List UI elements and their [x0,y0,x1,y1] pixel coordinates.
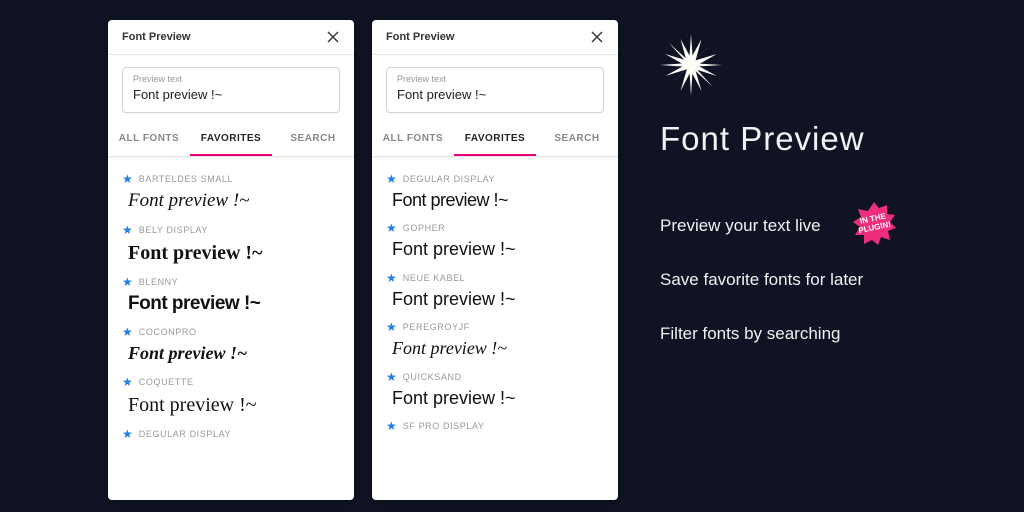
font-item[interactable]: ★ BELY DISPLAY Font preview !~ [122,224,340,266]
font-name-label: COQUETTE [139,377,194,387]
font-item[interactable]: ★ BLENNY Font preview !~ [122,276,340,317]
favorite-star-icon[interactable]: ★ [122,276,133,288]
panel-header: Font Preview [108,20,354,55]
font-item[interactable]: ★ COQUETTE Font preview !~ [122,376,340,418]
feature-filter: Filter fonts by searching [660,324,863,344]
favorite-star-icon[interactable]: ★ [386,272,397,284]
tab-search[interactable]: SEARCH [536,123,618,156]
close-icon[interactable] [326,30,340,44]
font-sample: Font preview !~ [128,189,340,214]
font-item[interactable]: ★ DEGULAR DISPLAY Font preview !~ [386,173,604,212]
font-list: ★ BARTELDES SMALL Font preview !~ ★ BELY DIS… [108,157,354,500]
favorite-star-icon[interactable]: ★ [122,428,133,440]
font-item[interactable]: ★ PEREGROYJF Font preview !~ [386,321,604,360]
font-name-label: GOPHER [403,223,446,233]
font-item[interactable]: ★ GOPHER Font preview !~ [386,222,604,261]
window-title: Font Preview [386,31,454,43]
font-sample: Font preview !~ [128,342,340,365]
feature-preview: Preview your text live IN THE PLUGIN! [660,216,863,236]
font-item[interactable]: ★ DEGULAR DISPLAY [122,428,340,440]
promo-title: Font Preview [660,120,865,158]
font-preview-panel-2: Font Preview Preview text ALL FONTS FAVO… [372,20,618,500]
font-name-label: QUICKSAND [403,372,462,382]
font-sample: Font preview !~ [128,240,340,266]
favorite-star-icon[interactable]: ★ [386,321,397,333]
tab-all-fonts[interactable]: ALL FONTS [108,123,190,156]
font-name-label: DEGULAR DISPLAY [403,174,495,184]
tab-favorites[interactable]: FAVORITES [454,123,536,156]
font-sample: Font preview !~ [392,238,604,261]
favorite-star-icon[interactable]: ★ [122,224,133,236]
font-sample: Font preview !~ [128,392,340,418]
favorite-star-icon[interactable]: ★ [386,371,397,383]
favorite-star-icon[interactable]: ★ [122,376,133,388]
promo-features: Preview your text live IN THE PLUGIN! Sa… [660,216,863,344]
font-name-label: NEUE KABEL [403,273,466,283]
font-name-label: BLENNY [139,277,179,287]
font-item[interactable]: ★ BARTELDES SMALL Font preview !~ [122,173,340,214]
tab-bar: ALL FONTS FAVORITES SEARCH [108,123,354,157]
tab-favorites[interactable]: FAVORITES [190,123,272,156]
font-name-label: BELY DISPLAY [139,225,208,235]
close-icon[interactable] [590,30,604,44]
preview-label: Preview text [397,74,593,84]
preview-text-field[interactable]: Preview text [386,67,604,113]
tab-search[interactable]: SEARCH [272,123,354,156]
favorite-star-icon[interactable]: ★ [122,173,133,185]
sparkle-icon [660,34,722,96]
favorite-star-icon[interactable]: ★ [386,173,397,185]
window-title: Font Preview [122,31,190,43]
panel-header: Font Preview [372,20,618,55]
favorite-star-icon[interactable]: ★ [122,326,133,338]
font-item[interactable]: ★ COCONPRO Font preview !~ [122,326,340,365]
font-name-label: SF PRO DISPLAY [403,421,485,431]
font-sample: Font preview !~ [392,288,604,311]
font-preview-panel-1: Font Preview Preview text ALL FONTS FAVO… [108,20,354,500]
tab-bar: ALL FONTS FAVORITES SEARCH [372,123,618,157]
tab-all-fonts[interactable]: ALL FONTS [372,123,454,156]
font-item[interactable]: ★ SF PRO DISPLAY [386,420,604,432]
font-sample: Font preview !~ [392,337,604,360]
font-sample: Font preview !~ [392,189,604,212]
preview-input[interactable] [133,87,329,102]
font-sample: Font preview !~ [392,387,604,410]
font-sample: Font preview !~ [128,292,340,317]
font-name-label: DEGULAR DISPLAY [139,429,231,439]
font-item[interactable]: ★ NEUE KABEL Font preview !~ [386,272,604,311]
font-list: ★ DEGULAR DISPLAY Font preview !~ ★ GOPHER Fo… [372,157,618,500]
in-the-plugin-badge: IN THE PLUGIN! [850,200,898,253]
font-name-label: BARTELDES SMALL [139,174,233,184]
font-name-label: PEREGROYJF [403,322,470,332]
favorite-star-icon[interactable]: ★ [386,222,397,234]
favorite-star-icon[interactable]: ★ [386,420,397,432]
preview-label: Preview text [133,74,329,84]
font-item[interactable]: ★ QUICKSAND Font preview !~ [386,371,604,410]
font-name-label: COCONPRO [139,327,197,337]
preview-text-field[interactable]: Preview text [122,67,340,113]
preview-input[interactable] [397,87,593,102]
feature-save: Save favorite fonts for later [660,270,863,290]
